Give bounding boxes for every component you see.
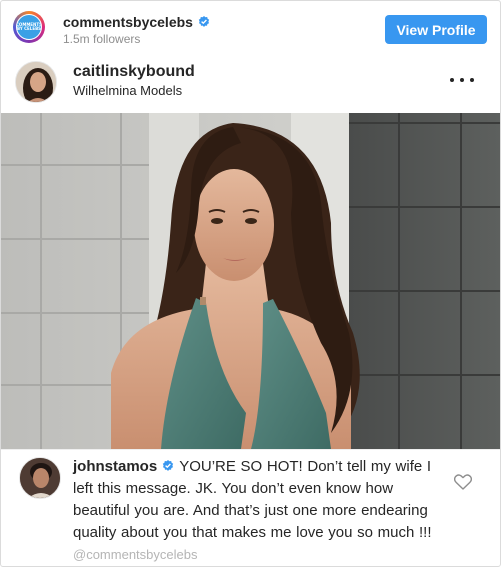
more-options-icon[interactable] (450, 75, 474, 85)
account-name-line[interactable]: commentsbycelebs (63, 14, 210, 30)
dot (460, 78, 464, 82)
account-avatar-logo-text: COMMENTS BY CELEBS (16, 21, 42, 31)
dot (450, 78, 454, 82)
post-photo[interactable] (1, 113, 500, 449)
verified-badge-icon (198, 15, 210, 27)
embed-header: COMMENTS BY CELEBS commentsbycelebs 1.5m… (1, 1, 500, 55)
heart-icon[interactable] (453, 474, 473, 490)
author-username[interactable]: caitlinskybound (73, 63, 195, 81)
account-name[interactable]: commentsbycelebs (63, 14, 193, 30)
account-avatar-inner: COMMENTS BY CELEBS (16, 14, 42, 40)
comment-body: johnstamos YOU’RE SO HOT! Don’t tell my … (73, 456, 433, 566)
author-location[interactable]: Wilhelmina Models (73, 83, 182, 98)
author-avatar[interactable] (15, 61, 57, 103)
account-avatar[interactable]: COMMENTS BY CELEBS (13, 11, 45, 43)
instagram-embed-card: COMMENTS BY CELEBS commentsbycelebs 1.5m… (0, 0, 501, 567)
post-header: caitlinskybound Wilhelmina Models (1, 55, 500, 113)
commenter-avatar[interactable] (19, 457, 61, 499)
verified-badge-icon (162, 457, 174, 471)
comment: johnstamos YOU’RE SO HOT! Don’t tell my … (1, 449, 500, 566)
dot (470, 78, 474, 82)
commenter-username[interactable]: johnstamos (73, 458, 157, 475)
comment-watermark: @commentsbycelebs (73, 547, 198, 562)
view-profile-button[interactable]: View Profile (385, 15, 487, 44)
follower-count: 1.5m followers (63, 32, 141, 46)
